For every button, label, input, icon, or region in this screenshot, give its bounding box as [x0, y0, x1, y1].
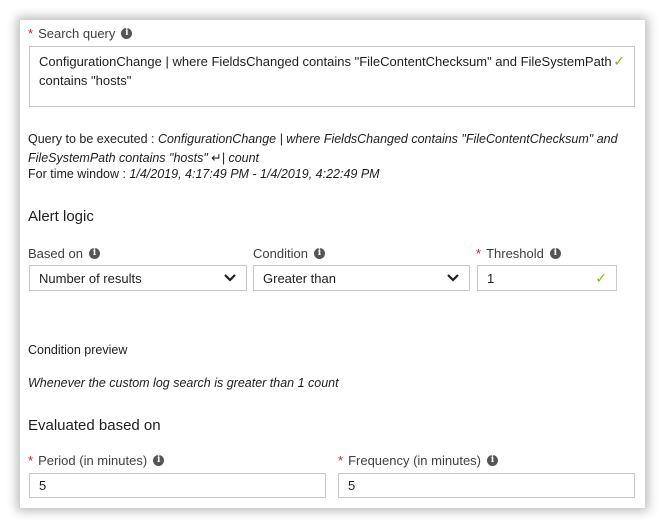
condition-label: Condition i: [253, 246, 325, 261]
time-prefix: For time window :: [28, 167, 130, 181]
required-marker: *: [28, 26, 34, 41]
condition-preview-text: Whenever the custom log search is greate…: [28, 376, 339, 390]
required-marker: *: [476, 246, 482, 261]
required-marker: *: [338, 453, 344, 468]
period-label-text: Period (in minutes): [38, 453, 148, 468]
info-icon[interactable]: i: [549, 248, 561, 259]
condition-value: Greater than: [263, 270, 336, 286]
info-icon[interactable]: i: [121, 28, 133, 39]
search-query-line-2: contains "hosts": [39, 73, 132, 88]
required-marker: *: [28, 453, 34, 468]
checkmark-icon: ✓: [613, 53, 625, 69]
alert-logic-heading: Alert logic: [28, 208, 94, 225]
frequency-label-text: Frequency (in minutes): [348, 453, 482, 468]
based-on-label-text: Based on: [28, 246, 83, 261]
condition-preview-label: Condition preview: [28, 343, 128, 357]
info-icon[interactable]: i: [313, 248, 325, 259]
info-icon[interactable]: i: [153, 455, 165, 466]
search-query-line-1: ConfigurationChange | where FieldsChange…: [39, 54, 612, 69]
condition-select[interactable]: Greater than: [253, 265, 470, 291]
based-on-select[interactable]: Number of results: [29, 265, 247, 291]
chevron-down-icon: [447, 274, 459, 282]
condition-label-text: Condition: [253, 246, 308, 261]
chevron-down-icon: [224, 274, 236, 282]
based-on-label: Based on i: [28, 246, 100, 261]
query-line-2: FileSystemPath contains "hosts" ↵| count: [28, 151, 260, 165]
query-line-1: ConfigurationChange | where FieldsChange…: [157, 132, 618, 146]
period-input[interactable]: 5: [29, 473, 326, 498]
period-value: 5: [39, 478, 47, 493]
checkmark-icon: ✓: [595, 269, 607, 286]
time-value: 1/4/2019, 4:17:49 PM - 1/4/2019, 4:22:49…: [129, 167, 380, 181]
info-icon[interactable]: i: [487, 455, 499, 466]
alert-rule-panel: * Search query i ConfigurationChange | w…: [20, 20, 645, 508]
search-query-input[interactable]: ConfigurationChange | where FieldsChange…: [29, 46, 635, 107]
time-window: For time window : 1/4/2019, 4:17:49 PM -…: [28, 167, 380, 181]
threshold-label: * Threshold i: [476, 246, 561, 261]
threshold-value: 1: [487, 270, 495, 286]
search-query-label: * Search query i: [28, 26, 133, 41]
evaluated-heading: Evaluated based on: [28, 417, 161, 434]
based-on-value: Number of results: [39, 270, 142, 286]
frequency-label: * Frequency (in minutes) i: [338, 453, 499, 468]
threshold-label-text: Threshold: [486, 246, 544, 261]
threshold-input[interactable]: 1 ✓: [477, 265, 617, 291]
frequency-value: 5: [348, 478, 356, 493]
frequency-input[interactable]: 5: [338, 473, 635, 498]
period-label: * Period (in minutes) i: [28, 453, 165, 468]
query-prefix: Query to be executed :: [28, 132, 158, 146]
query-to-execute: Query to be executed : ConfigurationChan…: [28, 132, 618, 146]
search-query-label-text: Search query: [38, 26, 116, 41]
info-icon[interactable]: i: [88, 248, 100, 259]
